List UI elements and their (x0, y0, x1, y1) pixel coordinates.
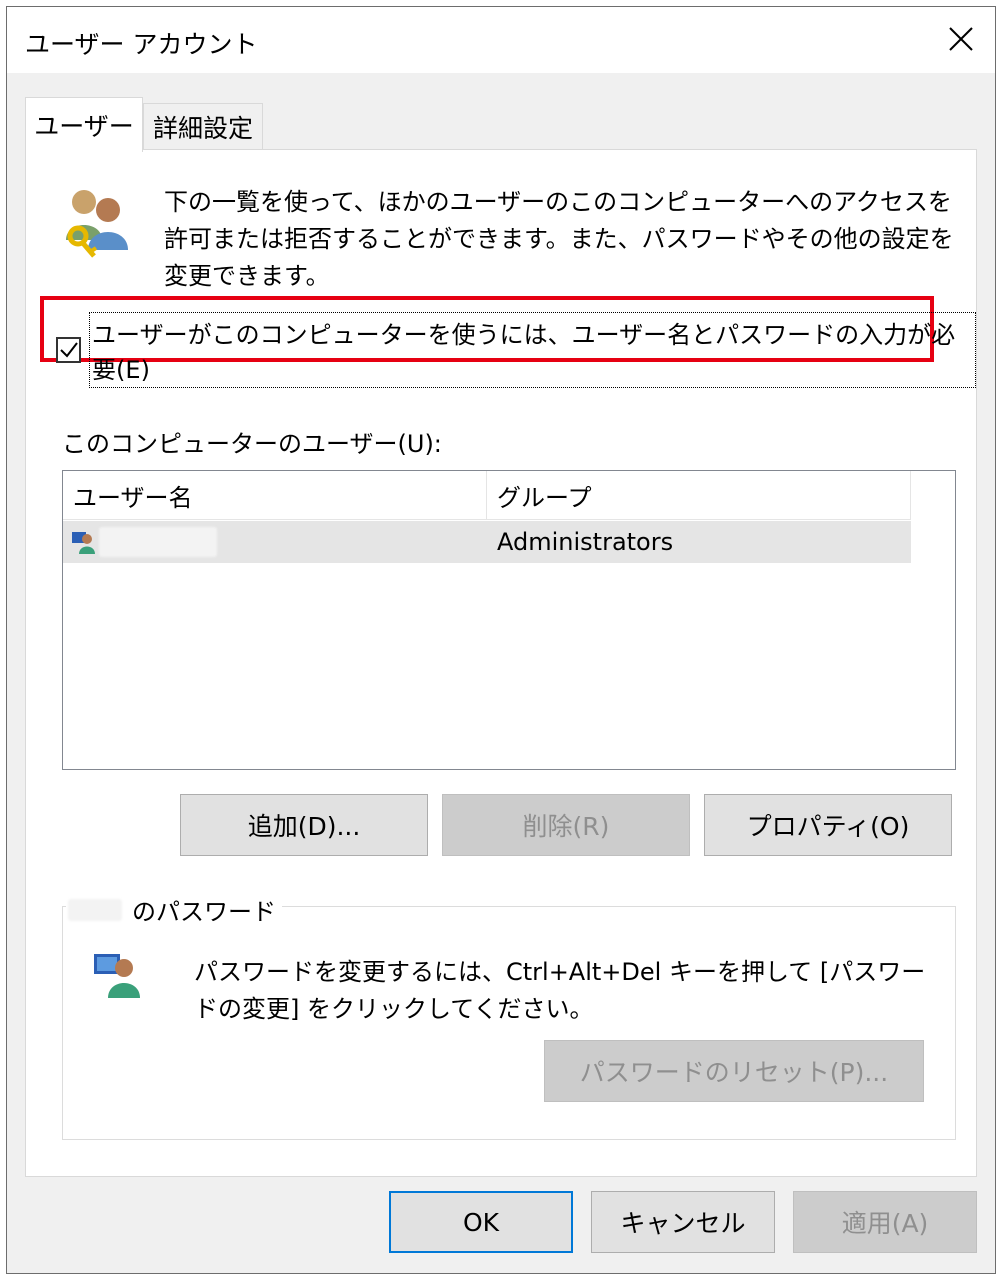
list-header: ユーザー名 グループ (63, 471, 911, 520)
require-password-checkbox[interactable]: ユーザーがこのコンピューターを使うには、ユーザー名とパスワードの入力が必要(E) (56, 312, 976, 388)
require-password-label: ユーザーがこのコンピューターを使うには、ユーザー名とパスワードの入力が必要(E) (89, 312, 976, 388)
password-group-title: のパスワード (66, 892, 282, 927)
table-row[interactable]: Administrators (63, 521, 911, 563)
checkbox-box[interactable] (56, 337, 82, 363)
close-icon (949, 27, 973, 51)
users-list-label: このコンピューターのユーザー(U): (62, 430, 442, 458)
user-accounts-dialog: ユーザー アカウント ユーザー 詳細設定 下の一覧を使って、ほかのユーザーのこの… (6, 6, 996, 1274)
add-button[interactable]: 追加(D)... (180, 794, 428, 856)
apply-button[interactable]: 適用(A) (793, 1191, 977, 1253)
tab-users[interactable]: ユーザー (25, 97, 143, 152)
remove-button[interactable]: 削除(R) (442, 794, 690, 856)
users-list[interactable]: ユーザー名 グループ Administrators (62, 470, 956, 770)
window-title: ユーザー アカウント (25, 30, 258, 59)
close-button[interactable] (941, 19, 981, 59)
group-cell: Administrators (497, 528, 674, 556)
username-cell (63, 521, 487, 563)
users-tab-panel: 下の一覧を使って、ほかのユーザーのこのコンピューターへのアクセスを許可または拒否… (25, 149, 977, 1177)
ok-button[interactable]: OK (389, 1191, 573, 1253)
users-key-icon (66, 190, 128, 258)
description-text: 下の一覧を使って、ほかのユーザーのこのコンピューターへのアクセスを許可または拒否… (164, 188, 954, 290)
reset-password-button[interactable]: パスワードのリセット(P)... (544, 1040, 924, 1102)
password-instructions: パスワードを変更するには、Ctrl+Alt+Del キーを押して [パスワードの… (194, 958, 926, 1023)
checkmark-icon (59, 342, 78, 358)
column-group[interactable]: グループ (487, 471, 911, 519)
title-bar: ユーザー アカウント (7, 7, 995, 73)
password-group-suffix: のパスワード (132, 898, 276, 926)
user-monitor-icon (94, 954, 140, 998)
blurred-user-name (68, 898, 122, 921)
column-username[interactable]: ユーザー名 (63, 471, 487, 519)
tab-advanced[interactable]: 詳細設定 (143, 103, 263, 149)
properties-button[interactable]: プロパティ(O) (704, 794, 952, 856)
blurred-username (99, 527, 217, 557)
user-monitor-icon (72, 532, 95, 554)
cancel-button[interactable]: キャンセル (591, 1191, 775, 1253)
